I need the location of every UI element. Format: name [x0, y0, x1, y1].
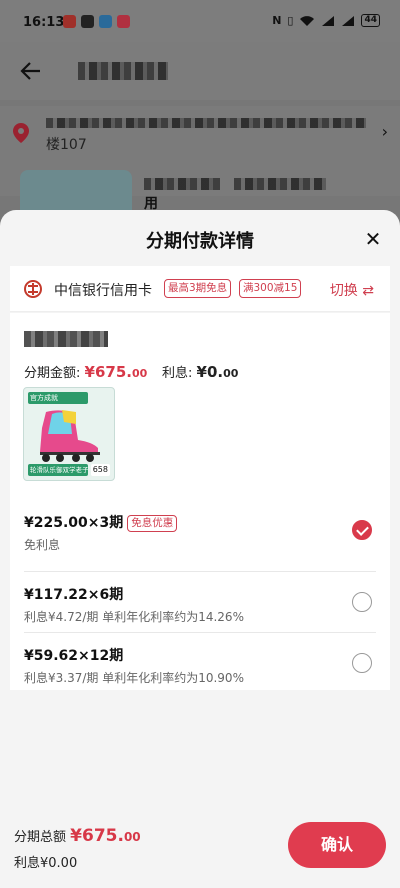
skate-icon — [40, 410, 100, 462]
installment-amount: 分期金额: ¥675.00 — [24, 362, 147, 381]
installment-option-3[interactable]: ¥225.00×3期 免息优惠 免利息 — [24, 512, 376, 572]
status-time: 16:13 — [23, 15, 65, 30]
switch-card-button[interactable]: 切换 ⇄ — [330, 280, 374, 300]
amount-cents: 00 — [131, 367, 148, 380]
option-radio[interactable] — [352, 653, 372, 673]
installment-panel: 分期金额: ¥675.00 利息: ¥0.00 官方成就 轮滑队乐御双学老子 6… — [10, 313, 390, 690]
citic-bank-icon — [24, 280, 42, 298]
installment-interest: 利息: ¥0.00 — [162, 362, 238, 381]
promo-tag: 最高3期免息 — [164, 279, 232, 298]
nfc-icon: N — [272, 14, 282, 27]
thumb-price-badge: 658 — [90, 464, 110, 476]
total-amount: 分期总额 ¥675.00 — [14, 826, 141, 846]
sheet-title: 分期付款详情 — [146, 231, 254, 252]
option-detail: 利息¥4.72/期 单利年化利率约为14.26% — [24, 610, 244, 624]
status-bar: 16:13 N ▯ 44 — [0, 0, 400, 42]
app-store-icon — [99, 15, 112, 28]
amount-value: ¥675. — [84, 363, 132, 381]
redacted-product-title — [24, 331, 108, 347]
back-arrow-icon[interactable] — [20, 60, 42, 82]
status-right: N ▯ 44 — [272, 14, 380, 27]
background-header — [0, 42, 400, 100]
address-suffix: 楼107 — [46, 137, 87, 153]
app-notification-icon — [63, 15, 76, 28]
wifi-icon — [300, 15, 315, 26]
signal-icon — [342, 15, 355, 26]
redacted-product-name — [234, 178, 326, 190]
battery-icon: 44 — [361, 14, 380, 27]
tiktok-icon — [81, 15, 94, 28]
total-cents: 00 — [123, 830, 141, 844]
sheet-footer: 分期总额 ¥675.00 利息¥0.00 确认 — [0, 820, 400, 888]
redacted-title — [78, 62, 168, 80]
vibrate-icon: ▯ — [287, 14, 294, 27]
installment-option-12[interactable]: ¥59.62×12期 利息¥3.37/期 单利年化利率约为10.90% — [24, 645, 376, 705]
option-divider — [24, 571, 376, 572]
status-app-icons — [63, 15, 130, 28]
redacted-product-name — [144, 178, 220, 190]
close-button[interactable]: ✕ — [362, 228, 384, 250]
option-divider — [24, 632, 376, 633]
interest-value: ¥0. — [196, 363, 224, 381]
chevron-right-icon: › — [381, 122, 388, 141]
interest-label: 利息: — [162, 366, 193, 381]
thumb-top-label: 官方成就 — [28, 392, 88, 404]
option-radio-selected[interactable] — [352, 520, 372, 540]
total-label: 分期总额 — [14, 830, 67, 845]
interest-free-tag: 免息优惠 — [127, 515, 178, 532]
option-amount: ¥225.00×3期 — [24, 515, 124, 531]
option-radio[interactable] — [352, 592, 372, 612]
card-selector[interactable]: 中信银行信用卡 最高3期免息 满300减15 切换 ⇄ — [10, 266, 390, 312]
total-interest: 利息¥0.00 — [14, 856, 78, 871]
thumb-bottom-label: 轮滑队乐御双学老子 — [28, 464, 88, 476]
location-pin-icon — [13, 123, 29, 143]
option-detail: 利息¥3.37/期 单利年化利率约为10.90% — [24, 671, 244, 685]
total-value: ¥675. — [70, 826, 124, 846]
installment-sheet: 分期付款详情 ✕ 中信银行信用卡 最高3期免息 满300减15 切换 ⇄ 分期金… — [0, 210, 400, 888]
redacted-address — [46, 118, 366, 128]
amount-label: 分期金额: — [24, 366, 81, 381]
product-thumbnail: 官方成就 轮滑队乐御双学老子 658 — [23, 387, 115, 481]
installment-option-6[interactable]: ¥117.22×6期 利息¥4.72/期 单利年化利率约为14.26% — [24, 584, 376, 644]
interest-cents: 00 — [223, 367, 239, 380]
promo-tag: 满300减15 — [239, 279, 302, 298]
close-icon: ✕ — [364, 227, 382, 251]
signal-icon — [322, 15, 335, 26]
option-amount: ¥117.22×6期 — [24, 587, 124, 603]
app-notification-icon — [117, 15, 130, 28]
confirm-button[interactable]: 确认 — [288, 822, 386, 868]
option-detail: 免利息 — [24, 538, 61, 552]
option-amount: ¥59.62×12期 — [24, 648, 124, 664]
bank-name: 中信银行信用卡 — [54, 283, 152, 299]
